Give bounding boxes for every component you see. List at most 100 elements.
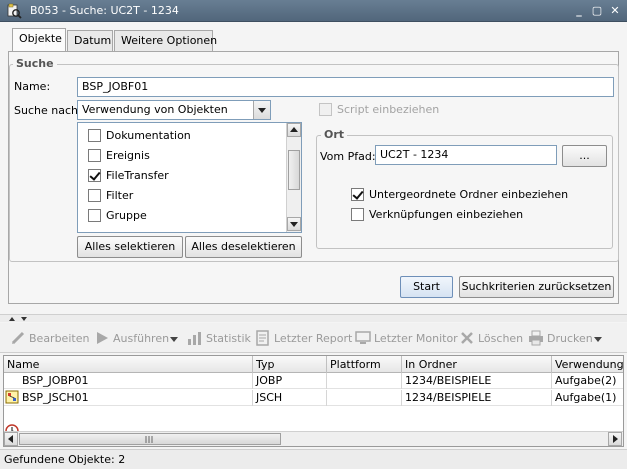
browse-button[interactable]: ...: [562, 145, 607, 167]
maximize-button[interactable]: ▢: [590, 4, 604, 18]
search-for-label: Suche nach:: [14, 104, 82, 117]
last-monitor-button[interactable]: Letzter Monitor: [355, 330, 458, 348]
statistics-icon: [188, 332, 201, 345]
filter-checkbox[interactable]: [88, 189, 101, 202]
list-item-label: Gruppe: [106, 209, 147, 222]
script-checkbox[interactable]: [319, 103, 332, 116]
cell-typ: JSCH: [253, 390, 327, 406]
cell-ordner: 1234/BEISPIELE: [402, 373, 552, 389]
list-item[interactable]: FileTransfer: [78, 165, 283, 185]
statistics-button[interactable]: Statistik: [187, 330, 251, 348]
start-button[interactable]: Start: [400, 276, 453, 298]
cell-plattform: [327, 373, 402, 389]
edit-button[interactable]: Bearbeiten: [10, 330, 89, 348]
tab-objekte[interactable]: Objekte: [12, 28, 66, 52]
script-label: Script einbeziehen: [337, 103, 440, 116]
list-item-label: FileTransfer: [106, 169, 169, 182]
filetransfer-checkbox[interactable]: [88, 169, 101, 182]
links-checkbox[interactable]: [351, 208, 364, 221]
table-row[interactable]: BSP_JSCH01 JSCH 1234/BEISPIELE Aufgabe(1…: [4, 390, 623, 438]
run-button[interactable]: Ausführen: [94, 330, 170, 348]
ereignis-checkbox[interactable]: [88, 149, 101, 162]
print-icon: [529, 330, 543, 346]
collapse-arrows-icon[interactable]: [8, 315, 32, 323]
chevron-down-icon[interactable]: [253, 101, 270, 119]
column-header-name[interactable]: Name: [4, 356, 253, 373]
gruppe-checkbox[interactable]: [88, 209, 101, 222]
tab-weitere-optionen[interactable]: Weitere Optionen: [114, 30, 217, 51]
search-group-label: Suche: [13, 57, 57, 70]
list-item[interactable]: Filter: [78, 185, 283, 205]
last-monitor-label: Letzter Monitor: [374, 332, 458, 345]
run-label: Ausführen: [113, 332, 170, 345]
delete-icon: [461, 332, 473, 344]
report-icon: [256, 330, 269, 346]
list-item[interactable]: Dokumentation: [78, 125, 283, 145]
print-dropdown-icon[interactable]: [594, 337, 602, 342]
search-document-icon: [7, 3, 22, 19]
window-title: B053 - Suche: UC2T - 1234: [30, 4, 179, 17]
delete-button[interactable]: Löschen: [459, 330, 524, 348]
statistics-label: Statistik: [206, 332, 251, 345]
links-label: Verknüpfungen einbeziehen: [369, 208, 524, 221]
results-table: Name Typ Plattform In Ordner Verwendung …: [3, 355, 624, 447]
monitor-icon: [355, 331, 371, 344]
column-header-plattform[interactable]: Plattform: [327, 356, 402, 373]
search-for-value: Verwendung von Objekten: [82, 103, 228, 116]
tab-datum[interactable]: Datum: [67, 30, 113, 51]
list-item[interactable]: Ereignis: [78, 145, 283, 165]
list-item-label: Dokumentation: [106, 129, 191, 142]
scroll-left-icon[interactable]: [4, 432, 18, 446]
select-all-button[interactable]: Alles selektieren: [77, 236, 183, 258]
run-dropdown-icon[interactable]: [170, 337, 178, 342]
list-scrollbar[interactable]: [286, 123, 301, 232]
cell-name: BSP_JSCH01: [4, 390, 253, 406]
cell-verwendung: Aufgabe(1): [552, 390, 623, 406]
list-item-label: Ereignis: [106, 149, 150, 162]
search-for-dropdown[interactable]: Verwendung von Objekten: [77, 100, 271, 120]
found-objects-count: Gefundene Objekte: 2: [4, 453, 126, 466]
edit-label: Bearbeiten: [29, 332, 90, 345]
run-icon: [97, 332, 108, 344]
object-type-list[interactable]: Dokumentation Ereignis FileTransfer Filt…: [77, 122, 302, 233]
results-toolbar: Bearbeiten Ausführen Statistik Letzter R…: [0, 323, 627, 353]
name-label: Name:: [14, 80, 51, 93]
path-label: Vom Pfad:: [320, 150, 376, 163]
cell-verwendung: Aufgabe(2): [552, 373, 623, 389]
close-button[interactable]: ✕: [608, 4, 622, 18]
column-header-verwendung[interactable]: Verwendung: [552, 356, 623, 373]
last-report-label: Letzter Report: [274, 332, 353, 345]
minimize-button[interactable]: _: [572, 4, 586, 18]
deselect-all-button[interactable]: Alles deselektieren: [185, 236, 302, 258]
scroll-up-icon[interactable]: [287, 123, 301, 137]
scroll-down-icon[interactable]: [287, 217, 301, 231]
scroll-right-icon[interactable]: [608, 432, 622, 446]
cell-typ: JOBP: [253, 373, 327, 389]
table-horizontal-scrollbar[interactable]: [4, 431, 623, 446]
location-group-label: Ort: [321, 128, 348, 141]
list-item-label: Filter: [106, 189, 134, 202]
delete-label: Löschen: [478, 332, 524, 345]
column-header-in-ordner[interactable]: In Ordner: [402, 356, 552, 373]
panel-splitter[interactable]: [0, 314, 627, 322]
cell-name: BSP_JOBP01: [4, 373, 253, 389]
title-bar: B053 - Suche: UC2T - 1234 _ ▢ ✕: [0, 0, 627, 22]
status-bar: Gefundene Objekte: 2: [0, 449, 627, 469]
table-header: Name Typ Plattform In Ordner Verwendung: [4, 356, 623, 373]
column-header-typ[interactable]: Typ: [253, 356, 327, 373]
cell-ordner: 1234/BEISPIELE: [402, 390, 552, 406]
list-item[interactable]: Gruppe: [78, 205, 283, 225]
dokumentation-checkbox[interactable]: [88, 129, 101, 142]
scroll-thumb[interactable]: [288, 150, 300, 190]
horizontal-scroll-thumb[interactable]: [19, 433, 281, 445]
name-input[interactable]: BSP_JOBF01: [77, 77, 614, 97]
reset-criteria-button[interactable]: Suchkriterien zurücksetzen: [459, 276, 614, 298]
print-label: Drucken: [547, 332, 593, 345]
path-input[interactable]: UC2T - 1234: [375, 145, 557, 165]
cell-plattform: [327, 390, 402, 406]
subfolders-checkbox[interactable]: [351, 188, 364, 201]
edit-icon: [11, 331, 25, 345]
table-row[interactable]: BSP_JOBP01 JOBP 1234/BEISPIELE Aufgabe(2…: [4, 373, 623, 404]
last-report-button[interactable]: Letzter Report: [255, 330, 352, 348]
print-button[interactable]: Drucken: [528, 330, 593, 348]
